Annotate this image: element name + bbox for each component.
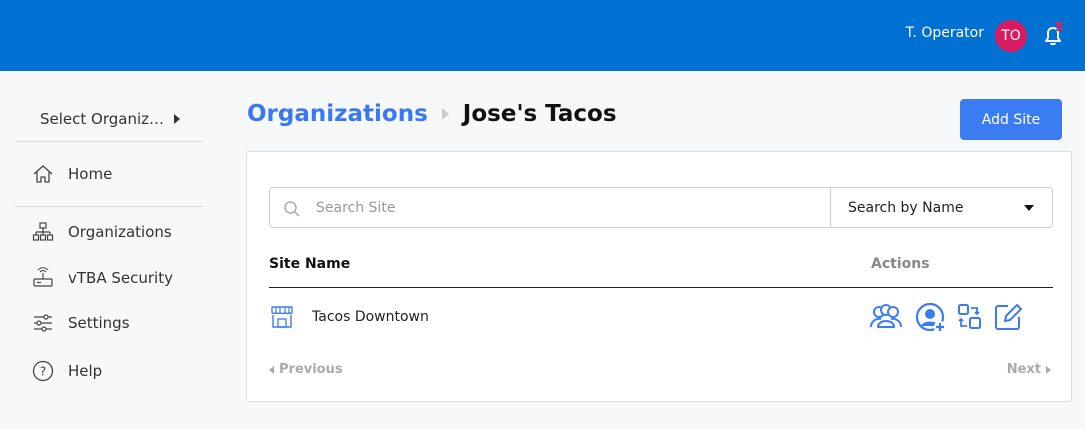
user-name[interactable]: T. Operator xyxy=(906,25,984,41)
sidebar-item-vtba-security[interactable]: vTBA Security xyxy=(15,260,203,296)
sidebar-item-label: Help xyxy=(68,362,103,380)
transfer-icon[interactable] xyxy=(956,302,984,332)
top-bar: T. Operator TO 5 xyxy=(0,0,1085,71)
sidebar-item-home[interactable]: Home xyxy=(15,156,203,192)
site-name-cell[interactable]: Tacos Downtown xyxy=(312,309,429,325)
search-by-dropdown[interactable]: Search by Name xyxy=(830,187,1053,228)
search-input[interactable] xyxy=(316,196,816,220)
column-header-actions: Actions xyxy=(871,256,930,272)
help-icon: ? xyxy=(32,360,54,382)
caret-down-icon xyxy=(1024,205,1034,211)
divider xyxy=(15,206,203,207)
breadcrumb-separator-icon xyxy=(441,108,449,120)
notification-badge: 5 xyxy=(1055,20,1064,34)
sidebar-item-label: Settings xyxy=(68,314,130,332)
search-icon xyxy=(284,201,300,217)
organization-select-label: Select Organiz… xyxy=(40,109,165,128)
edit-icon[interactable] xyxy=(993,302,1023,332)
column-header-site-name: Site Name xyxy=(269,256,351,272)
sidebar-item-settings[interactable]: Settings xyxy=(15,305,203,341)
sliders-icon xyxy=(34,314,52,332)
hierarchy-icon xyxy=(32,222,54,241)
home-icon xyxy=(33,165,53,183)
caret-right-icon xyxy=(174,113,181,124)
sidebar-item-label: vTBA Security xyxy=(68,269,173,287)
breadcrumb-organizations-link[interactable]: Organizations xyxy=(247,101,428,127)
sidebar-item-help[interactable]: ? Help xyxy=(15,353,203,389)
users-icon[interactable] xyxy=(869,302,903,332)
next-button[interactable]: Next xyxy=(1007,362,1051,377)
search-box xyxy=(269,187,831,228)
add-site-button[interactable]: Add Site xyxy=(960,99,1062,140)
sidebar-item-organizations[interactable]: Organizations xyxy=(15,214,203,250)
caret-left-icon xyxy=(269,365,274,374)
previous-button[interactable]: Previous xyxy=(269,362,343,377)
avatar[interactable]: TO xyxy=(995,20,1027,52)
page-title: Jose's Tacos xyxy=(462,101,617,127)
caret-right-icon xyxy=(1046,365,1051,374)
previous-label: Previous xyxy=(279,362,343,377)
search-by-selected: Search by Name xyxy=(848,199,964,216)
sites-panel: Search by Name Site Name Actions Tacos D… xyxy=(246,151,1072,402)
header-divider xyxy=(269,287,1053,288)
breadcrumb: Organizations Jose's Tacos xyxy=(247,101,617,127)
storefront-icon xyxy=(271,306,293,328)
add-user-icon[interactable] xyxy=(915,302,947,334)
sidebar-item-label: Home xyxy=(68,165,113,183)
next-label: Next xyxy=(1006,362,1041,377)
sidebar-item-label: Organizations xyxy=(68,223,172,241)
router-icon xyxy=(33,267,53,287)
svg-text:?: ? xyxy=(40,365,46,379)
organization-select[interactable]: Select Organiz… xyxy=(15,96,203,142)
